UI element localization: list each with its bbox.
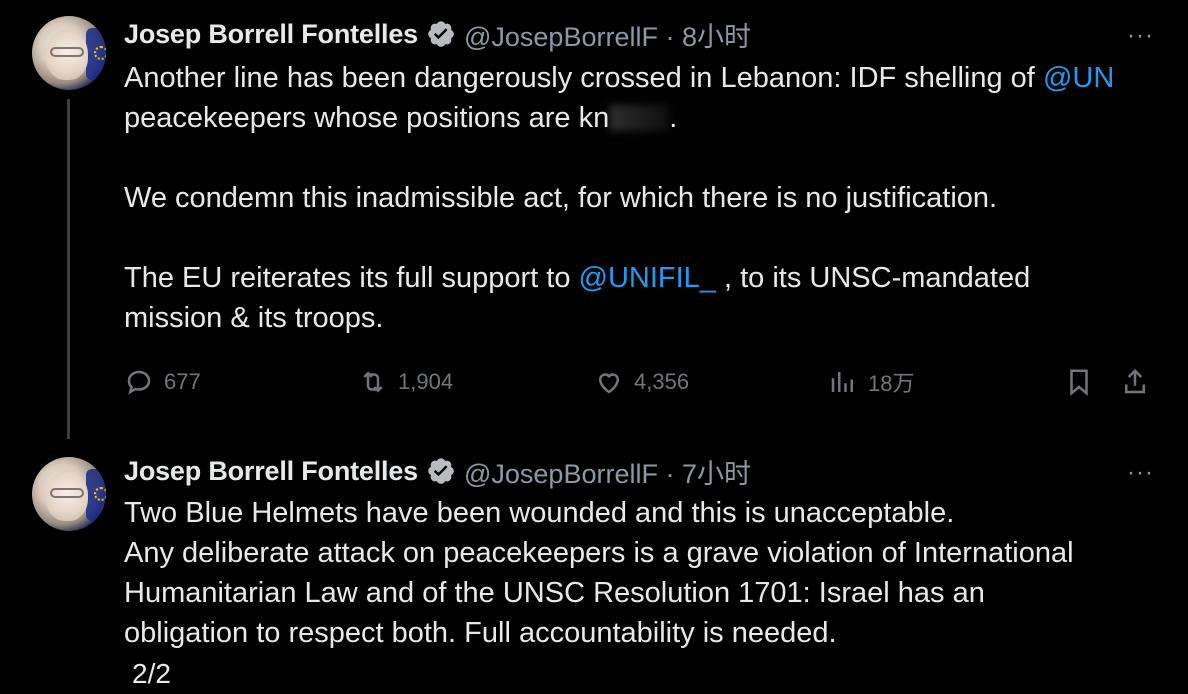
avatar[interactable]	[32, 457, 106, 531]
reply-icon	[127, 370, 151, 395]
text-segment: We condemn this inadmissible act, for wh…	[124, 182, 998, 214]
mention-link-unifil[interactable]: @UNIFIL_	[579, 262, 716, 294]
retweet-icon	[363, 371, 383, 393]
reply-count: 677	[164, 369, 201, 394]
like-icon	[598, 373, 620, 394]
tweet-header: Josep Borrell Fontelles @JosepBorrellF ·…	[124, 455, 751, 489]
bookmark-icon	[1070, 369, 1088, 396]
text-line: mission & its troops.	[124, 298, 1164, 338]
views-count: 18万	[868, 371, 915, 396]
tweet-1[interactable]: Josep Borrell Fontelles @JosepBorrellF ·…	[0, 0, 1188, 445]
text-segment: Two Blue Helmets have been wounded and t…	[124, 497, 955, 529]
author-name[interactable]: Josep Borrell Fontelles	[124, 19, 418, 50]
glasses	[50, 47, 84, 57]
views-button[interactable]: 18万	[828, 362, 914, 402]
thread-connector-line	[67, 99, 70, 439]
tweet-text: Another line has been dangerously crosse…	[124, 58, 1164, 338]
text-line: The EU reiterates its full support to @U…	[124, 258, 1164, 298]
text-segment: mission & its troops.	[124, 302, 384, 334]
thread-page-indicator: 2/2	[132, 658, 171, 689]
text-line: We condemn this inadmissible act, for wh…	[124, 178, 1164, 218]
glasses	[50, 488, 84, 498]
mention-link-un[interactable]: @UN	[1043, 62, 1114, 94]
text-line: Any deliberate attack on peacekeepers is…	[124, 533, 1164, 573]
text-line: peacekeepers whose positions are kn.	[124, 98, 1164, 138]
text-segment: , to its UNSC-mandated	[715, 262, 1031, 294]
text-segment: peacekeepers whose positions are kn	[124, 102, 610, 134]
author-name[interactable]: Josep Borrell Fontelles	[124, 456, 418, 487]
eu-flag-icon	[86, 469, 106, 521]
author-handle-timestamp[interactable]: @JosepBorrellF · 8小时	[464, 15, 751, 54]
like-count: 4,356	[634, 369, 690, 394]
verified-badge-icon	[428, 458, 454, 484]
text-line: Humanitarian Law and of the UNSC Resolut…	[124, 573, 1164, 613]
retweet-button[interactable]: 1,904	[358, 362, 453, 402]
text-segment: obligation to respect both. Full account…	[124, 617, 837, 649]
tweet-2[interactable]: Josep Borrell Fontelles @JosepBorrellF ·…	[0, 445, 1188, 694]
share-button[interactable]	[1120, 362, 1150, 402]
tweet-text: Two Blue Helmets have been wounded and t…	[124, 493, 1164, 653]
retweet-count: 1,904	[398, 369, 454, 394]
text-segment: Any deliberate attack on peacekeepers is…	[124, 537, 1074, 569]
avatar[interactable]	[32, 16, 106, 90]
verified-badge-icon	[428, 21, 454, 47]
author-handle-timestamp[interactable]: @JosepBorrellF · 7小时	[464, 452, 751, 491]
text-line: Two Blue Helmets have been wounded and t…	[124, 493, 1164, 533]
text-segment: Another line has been dangerously crosse…	[124, 62, 1043, 94]
tweet-actions: 677 1,904 4,356 18万	[124, 362, 1164, 402]
blurred-text	[609, 105, 670, 131]
reply-button[interactable]: 677	[124, 362, 201, 402]
views-icon	[831, 372, 853, 392]
tweet-header: Josep Borrell Fontelles @JosepBorrellF ·…	[124, 18, 751, 52]
text-segment: The EU reiterates its full support to	[124, 262, 579, 294]
eu-flag-icon	[86, 28, 106, 80]
text-line: obligation to respect both. Full account…	[124, 613, 1164, 653]
more-icon[interactable]: ···	[1127, 459, 1154, 487]
bookmark-button[interactable]	[1064, 362, 1094, 402]
text-segment: Humanitarian Law and of the UNSC Resolut…	[124, 577, 985, 609]
share-icon	[1125, 368, 1145, 394]
text-segment: .	[669, 102, 678, 134]
more-icon[interactable]: ···	[1127, 22, 1154, 50]
like-button[interactable]: 4,356	[594, 362, 689, 402]
text-line: Another line has been dangerously crosse…	[124, 58, 1164, 98]
